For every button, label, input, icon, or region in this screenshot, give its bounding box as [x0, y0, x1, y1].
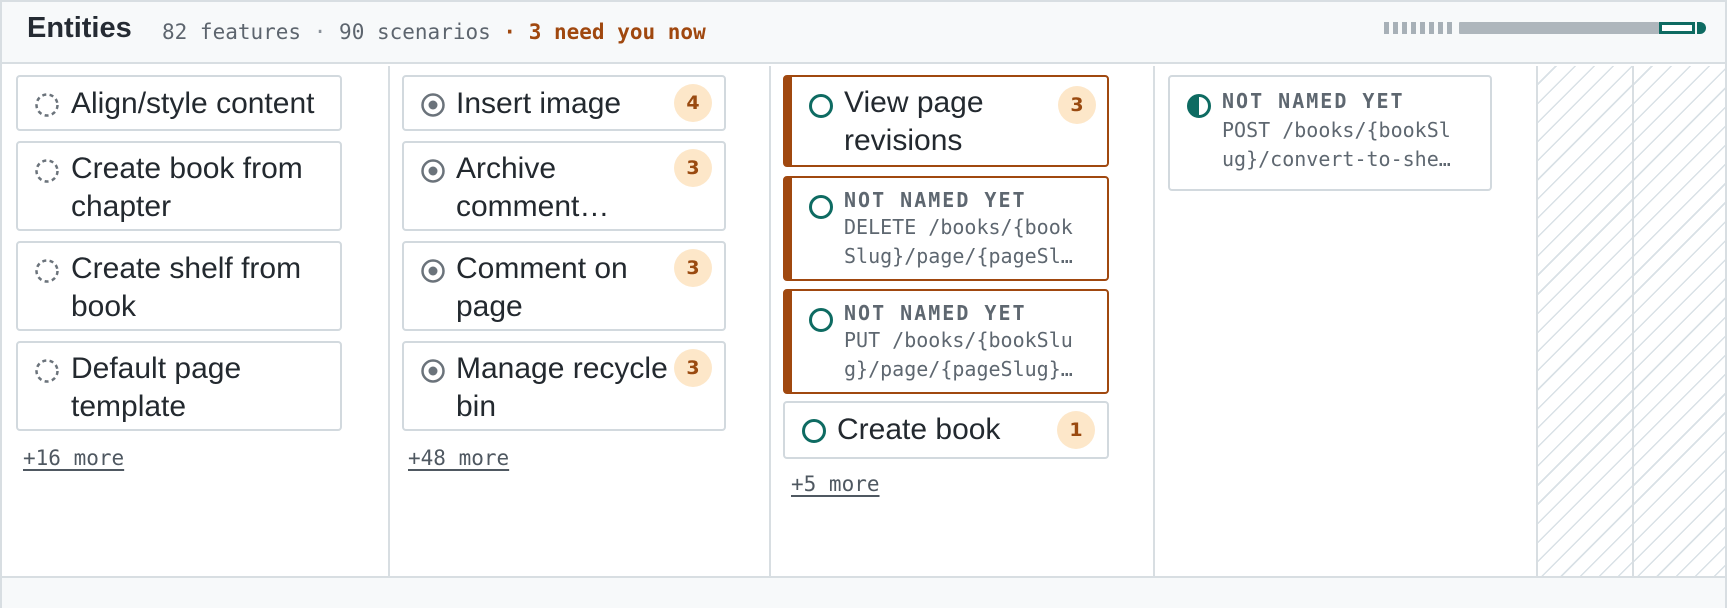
endpoint-route-line1: POST /books/{bookSl	[1222, 118, 1451, 142]
feature-card[interactable]: Archive comment… 3	[402, 141, 726, 231]
dot-circle-icon	[421, 93, 445, 117]
scenario-count-badge: 3	[1058, 86, 1096, 124]
scenario-count-badge: 3	[674, 249, 712, 287]
page-title: Entities	[27, 12, 132, 44]
dot-circle-icon	[421, 259, 445, 283]
open-circle-icon	[809, 94, 833, 118]
feature-label: Comment on page	[456, 252, 628, 323]
feature-card[interactable]: Comment on page 3	[402, 241, 726, 331]
feature-card[interactable]: Align/style content	[16, 75, 342, 131]
feature-card[interactable]: Create shelf from book	[16, 241, 342, 331]
dashed-circle-icon	[35, 159, 59, 183]
scenario-count-badge: 3	[674, 349, 712, 387]
feature-card-urgent[interactable]: View page revisions 3	[783, 75, 1109, 167]
dashed-circle-icon	[35, 259, 59, 283]
urgent-count: · 3 need you now	[503, 20, 706, 44]
empty-column-placeholder	[1634, 66, 1725, 576]
scenario-count-badge: 3	[674, 149, 712, 187]
progress-ticks	[1384, 22, 1456, 34]
column-unstarted: Align/style content Create book from cha…	[2, 66, 390, 576]
feature-label: Create shelf from book	[71, 252, 302, 323]
feature-card[interactable]: Default page template	[16, 341, 342, 431]
feature-label: View page revisions	[844, 86, 984, 157]
feature-card[interactable]: Manage recycle bin 3	[402, 341, 726, 431]
feature-card[interactable]: Insert image 4	[402, 75, 726, 131]
summary-stats: 82 features · 90 scenarios · 3 need you …	[162, 20, 706, 44]
feature-label: Insert image	[456, 87, 622, 120]
progress-end-cap	[1697, 22, 1706, 34]
stats-separator: ·	[313, 20, 327, 44]
column-needs-attention: View page revisions 3 NOT NAMED YET DELE…	[771, 66, 1155, 576]
feature-label: Align/style content	[71, 87, 315, 120]
show-more-link[interactable]: +48 more	[408, 446, 509, 470]
dot-circle-icon	[421, 159, 445, 183]
feature-card[interactable]: Create book 1	[783, 401, 1109, 459]
unnamed-endpoint-card[interactable]: NOT NAMED YET PUT /books/{bookSlu g}/pag…	[783, 289, 1109, 394]
scenario-count-badge: 1	[1057, 411, 1095, 449]
endpoint-route-line2: ug}/convert-to-she…	[1222, 147, 1451, 171]
unnamed-label: NOT NAMED YET	[844, 188, 1027, 212]
endpoint-route-line2: Slug}/page/{pageSl…	[844, 244, 1073, 268]
column-in-progress: Insert image 4 Archive comment… 3 Commen…	[390, 66, 771, 576]
feature-label: Default page template	[71, 352, 242, 423]
feature-label: Create book from chapter	[71, 152, 303, 223]
feature-label: Create book	[837, 413, 1001, 446]
entities-panel: Entities 82 features · 90 scenarios · 3 …	[0, 0, 1727, 608]
progress-track	[1459, 22, 1659, 34]
unnamed-endpoint-card[interactable]: NOT NAMED YET DELETE /books/{book Slug}/…	[783, 176, 1109, 281]
column-partial: NOT NAMED YET POST /books/{bookSl ug}/co…	[1155, 66, 1538, 576]
endpoint-route-line2: g}/page/{pageSlug}…	[844, 357, 1073, 381]
progress-bar[interactable]	[1384, 22, 1706, 34]
panel-footer	[2, 576, 1725, 608]
dashed-circle-icon	[35, 93, 59, 117]
endpoint-route-line1: DELETE /books/{book	[844, 215, 1073, 239]
half-circle-icon	[1187, 94, 1211, 118]
scenario-count-badge: 4	[674, 84, 712, 122]
dot-circle-icon	[421, 359, 445, 383]
show-more-link[interactable]: +16 more	[23, 446, 124, 470]
dashed-circle-icon	[35, 359, 59, 383]
panel-header: Entities 82 features · 90 scenarios · 3 …	[2, 2, 1725, 64]
scenarios-count: 90 scenarios	[339, 20, 491, 44]
empty-column-placeholder	[1538, 66, 1634, 576]
unnamed-endpoint-card[interactable]: NOT NAMED YET POST /books/{bookSl ug}/co…	[1168, 75, 1492, 191]
open-circle-icon	[809, 195, 833, 219]
show-more-link[interactable]: +5 more	[791, 472, 880, 496]
feature-label: Archive comment…	[456, 152, 610, 223]
open-circle-icon	[802, 419, 826, 443]
endpoint-route-line1: PUT /books/{bookSlu	[844, 328, 1073, 352]
features-count: 82 features	[162, 20, 302, 44]
open-circle-icon	[809, 308, 833, 332]
progress-current-marker[interactable]	[1659, 22, 1695, 34]
feature-label: Manage recycle bin	[456, 352, 668, 423]
feature-card[interactable]: Create book from chapter	[16, 141, 342, 231]
unnamed-label: NOT NAMED YET	[844, 301, 1027, 325]
unnamed-label: NOT NAMED YET	[1222, 89, 1405, 113]
